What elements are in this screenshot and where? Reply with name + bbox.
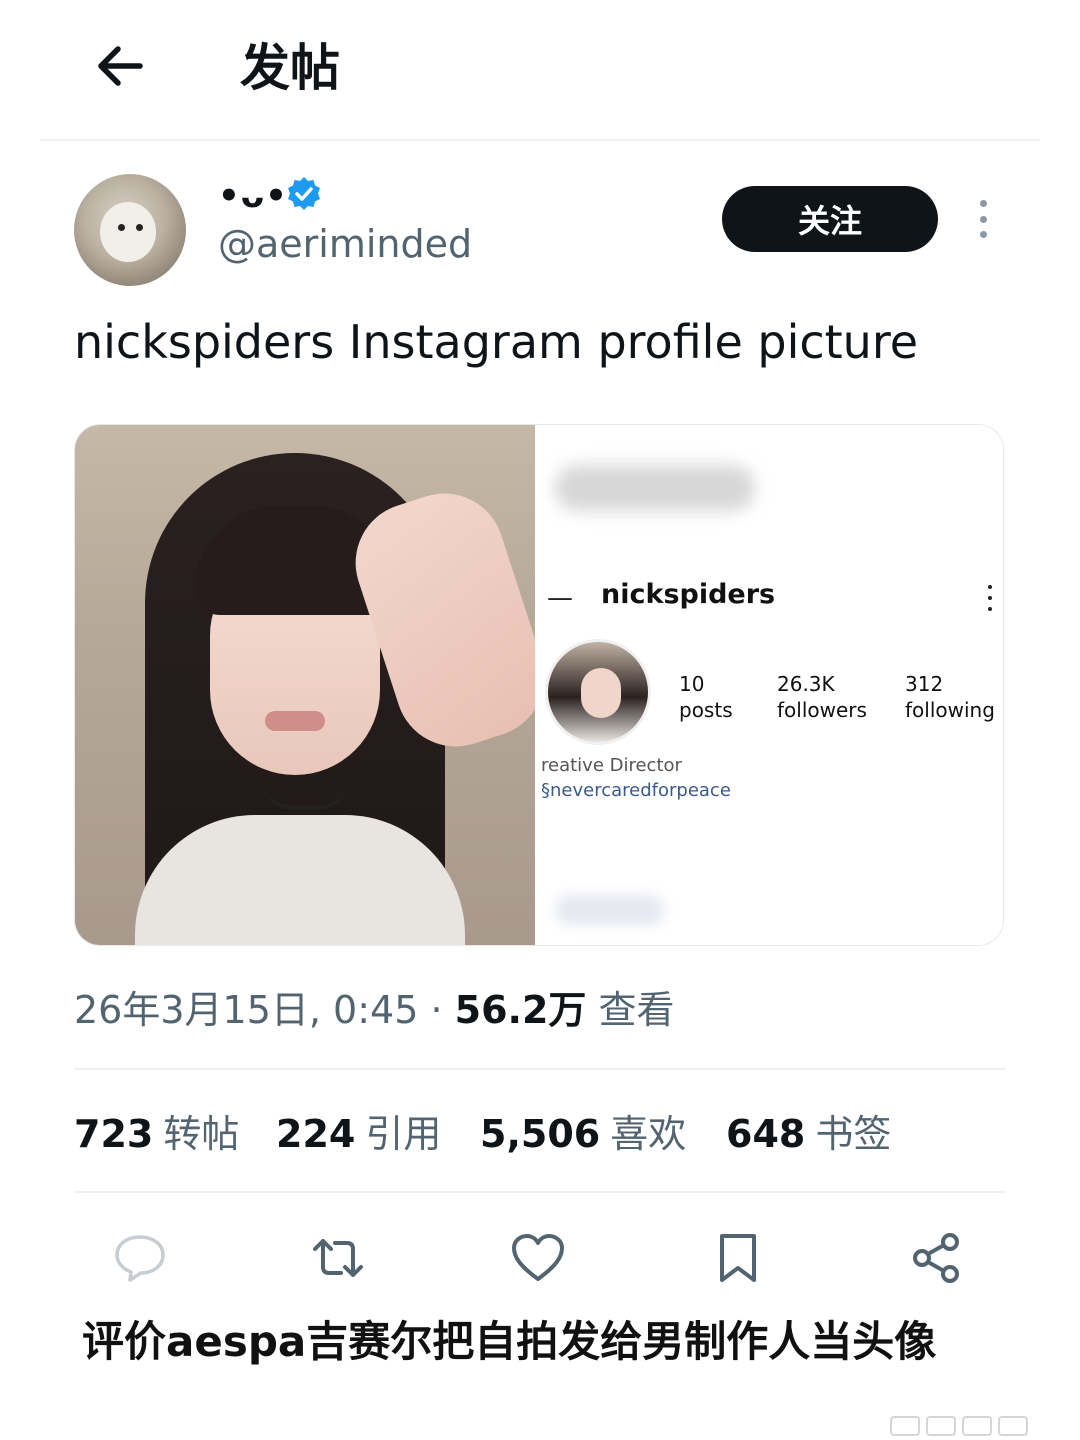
- bookmark-button[interactable]: [706, 1226, 770, 1290]
- header-divider: [40, 139, 1040, 141]
- divider: [74, 1191, 1006, 1193]
- ig-stat-following: 312 following: [905, 671, 995, 723]
- ig-stat-followers: 26.3K followers: [777, 671, 867, 723]
- ig-stat-label: posts: [679, 698, 733, 722]
- more-icon[interactable]: [966, 196, 1000, 242]
- action-bar: [0, 1226, 1080, 1290]
- bookmarks-count: 648: [726, 1112, 806, 1156]
- top-bar: 发帖: [0, 0, 1080, 141]
- ig-bio-link: §nevercaredforpeace: [541, 780, 731, 801]
- quotes-label: 引用: [365, 1112, 442, 1156]
- share-icon: [913, 1233, 959, 1283]
- watermark: [890, 1416, 1070, 1440]
- author-avatar[interactable]: [74, 174, 186, 286]
- reposts-label: 转帖: [163, 1112, 240, 1156]
- reply-icon: [115, 1235, 165, 1282]
- author-display-name[interactable]: •ᴗ•: [218, 176, 288, 216]
- ig-more-icon: [985, 585, 995, 611]
- quotes-count: 224: [276, 1112, 356, 1156]
- likes-label: 喜欢: [610, 1112, 687, 1156]
- reposts-count: 723: [74, 1112, 154, 1156]
- ig-back-dash: —: [547, 583, 573, 613]
- share-button[interactable]: [904, 1226, 968, 1290]
- ig-stat-value: 10: [679, 672, 705, 696]
- bookmark-icon: [720, 1234, 756, 1282]
- repost-button[interactable]: [306, 1226, 370, 1290]
- bookmarks-label: 书签: [815, 1112, 892, 1156]
- like-icon: [512, 1234, 564, 1281]
- likes-count: 5,506: [480, 1112, 601, 1156]
- ig-avatar-face: [581, 668, 621, 718]
- views-count: 56.2万: [454, 988, 587, 1032]
- tweet-media[interactable]: — nickspiders 10 posts 26.3K followers 3…: [74, 424, 1004, 946]
- bookmarks-stat[interactable]: 648 书签: [726, 1106, 891, 1162]
- quotes-stat[interactable]: 224 引用: [276, 1106, 441, 1162]
- repost-icon: [313, 1239, 363, 1277]
- ig-username: nickspiders: [601, 579, 776, 610]
- ig-stat-value: 312: [905, 672, 944, 696]
- ig-avatar: [545, 639, 651, 745]
- tweet-meta: 26年3月15日, 0:45 · 56.2万 查看: [74, 984, 674, 1036]
- post-caption: 评价aespa吉赛尔把自拍发给男制作人当头像: [82, 1317, 937, 1366]
- photo-lips: [265, 711, 325, 731]
- selfie-photo[interactable]: [75, 425, 535, 945]
- blurred-button: [555, 895, 665, 925]
- ig-stat-posts: 10 posts: [679, 671, 733, 723]
- avatar-eye: [136, 224, 143, 231]
- verified-badge-icon: [288, 177, 320, 210]
- media-separator: [535, 425, 545, 945]
- author-handle[interactable]: @aeriminded: [218, 220, 472, 268]
- tweet-text: nickspiders Instagram profile picture: [74, 315, 919, 369]
- like-button[interactable]: [506, 1226, 570, 1290]
- back-button[interactable]: [92, 40, 148, 92]
- views-label: 查看: [586, 988, 675, 1032]
- avatar-eye: [118, 224, 125, 231]
- back-arrow-icon: [98, 46, 143, 86]
- avatar-face: [100, 202, 156, 262]
- ig-stat-value: 26.3K: [777, 672, 835, 696]
- likes-stat[interactable]: 5,506 喜欢: [480, 1106, 686, 1162]
- ig-bio-title: reative Director: [541, 755, 682, 776]
- ig-stat-label: followers: [777, 698, 867, 722]
- photo-necklace: [265, 785, 345, 809]
- divider: [74, 1068, 1006, 1070]
- blurred-status-bar: [555, 465, 755, 511]
- page-title: 发帖: [240, 39, 340, 97]
- reply-button[interactable]: [108, 1226, 172, 1290]
- ig-stat-label: following: [905, 698, 995, 722]
- tweet-timestamp[interactable]: 26年3月15日, 0:45 ·: [74, 988, 455, 1032]
- reposts-stat[interactable]: 723 转帖: [74, 1106, 239, 1162]
- instagram-profile-screenshot[interactable]: — nickspiders 10 posts 26.3K followers 3…: [541, 425, 1003, 945]
- follow-button[interactable]: 关注: [722, 186, 938, 252]
